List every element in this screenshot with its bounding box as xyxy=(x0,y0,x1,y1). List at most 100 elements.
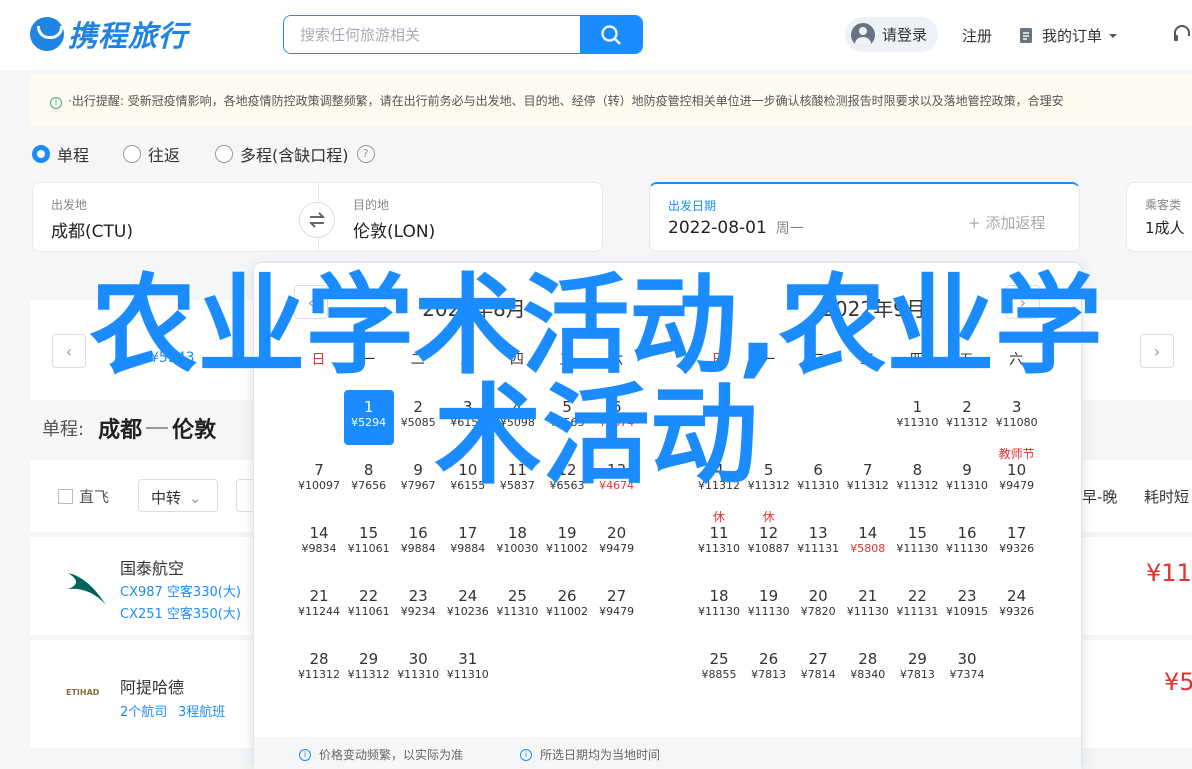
login-button[interactable]: 请登录 xyxy=(845,17,938,52)
calendar-day[interactable]: 15 ¥11130 xyxy=(892,516,942,571)
month-title: 2022年9月 xyxy=(822,297,926,321)
calendar-day[interactable]: 28 ¥8340 xyxy=(843,642,893,697)
sort-morning-evening[interactable]: 早-晚 xyxy=(1082,486,1117,507)
calendar-day[interactable]: 29 ¥7813 xyxy=(892,642,942,697)
strip-prev-button[interactable]: ‹ xyxy=(52,334,86,368)
calendar-day[interactable]: 休 11 ¥11310 xyxy=(694,510,744,571)
my-orders-menu[interactable]: 我的订单 xyxy=(1019,25,1118,46)
help-icon[interactable]: ? xyxy=(356,145,375,163)
calendar-day[interactable]: 22 ¥11131 xyxy=(892,579,942,634)
calendar-day[interactable]: 6 ¥11310 xyxy=(793,453,843,508)
chevron-down-icon: ⌄ xyxy=(189,489,202,507)
flight-detail[interactable]: CX251 空客350(大) xyxy=(120,603,241,622)
day-number: 30 xyxy=(408,650,428,668)
day-price: ¥8340 xyxy=(850,668,886,681)
calendar-day[interactable]: 6 ¥4674 xyxy=(592,390,642,445)
calendar-day[interactable]: 22 ¥11061 xyxy=(344,579,394,634)
arrival-field[interactable]: 目的地 伦敦(LON) xyxy=(335,183,603,251)
trip-type-multicity[interactable]: 多程(含缺口程) ? xyxy=(215,142,375,166)
calendar-day[interactable]: 26 ¥7813 xyxy=(744,642,794,697)
register-link[interactable]: 注册 xyxy=(962,25,992,46)
search-input[interactable] xyxy=(284,16,580,53)
calendar-day[interactable]: 休 12 ¥10887 xyxy=(744,510,794,571)
departure-field[interactable]: 出发地 成都(CTU) xyxy=(33,183,318,251)
calendar-day[interactable]: 13 ¥4674 xyxy=(592,453,642,508)
calendar-day[interactable]: 21 ¥11244 xyxy=(294,579,344,634)
calendar-day[interactable]: 30 ¥7374 xyxy=(942,642,992,697)
calendar-day[interactable]: 27 ¥9479 xyxy=(592,579,642,634)
calendar-day[interactable]: 1 ¥11310 xyxy=(892,390,942,445)
trip-type-roundtrip[interactable]: 往返 xyxy=(123,142,180,166)
calendar-day[interactable]: 8 ¥11312 xyxy=(892,453,942,508)
calendar-day[interactable]: 24 ¥9326 xyxy=(992,579,1042,634)
passenger-field[interactable]: 乘客类 1成人 xyxy=(1126,182,1192,252)
calendar-day[interactable]: 19 ¥11130 xyxy=(744,579,794,634)
calendar-day[interactable]: 2 ¥5085 xyxy=(393,390,443,445)
flight-detail[interactable]: 3程航班 xyxy=(178,701,225,720)
sort-duration[interactable]: 耗时短 xyxy=(1144,486,1189,507)
calendar-day[interactable]: 12 ¥6563 xyxy=(542,453,592,508)
calendar-day[interactable]: 11 ¥5837 xyxy=(492,453,542,508)
weekday-header: 三 xyxy=(460,352,475,368)
day-price: ¥6563 xyxy=(549,479,585,492)
calendar-day[interactable]: 4 ¥5098 xyxy=(492,390,542,445)
calendar-day[interactable]: 7 ¥11312 xyxy=(843,453,893,508)
calendar-day[interactable]: 26 ¥11002 xyxy=(542,579,592,634)
weekday-header: 六 xyxy=(609,352,624,368)
calendar-day[interactable]: 31 ¥11310 xyxy=(443,642,493,697)
calendar-day[interactable]: 4 ¥11312 xyxy=(694,453,744,508)
calendar-day[interactable]: 23 ¥10915 xyxy=(942,579,992,634)
ctrip-logo[interactable]: 携程旅行 xyxy=(30,14,188,54)
calendar-day[interactable]: 17 ¥9884 xyxy=(443,516,493,571)
calendar-day[interactable]: 2 ¥11312 xyxy=(942,390,992,445)
calendar-day[interactable]: 23 ¥9234 xyxy=(393,579,443,634)
calendar-day[interactable]: 30 ¥11310 xyxy=(393,642,443,697)
direct-filter[interactable]: 直飞 xyxy=(58,486,109,507)
calendar-day[interactable]: 3 ¥11080 xyxy=(992,390,1042,445)
calendar-day[interactable]: 17 ¥9326 xyxy=(992,516,1042,571)
calendar-day[interactable]: 24 ¥10236 xyxy=(443,579,493,634)
calendar-day[interactable]: 教师节 10 ¥9479 xyxy=(992,447,1042,508)
calendar-day[interactable]: 8 ¥7656 xyxy=(344,453,394,508)
transfer-filter[interactable]: 中转 ⌄ xyxy=(138,479,218,512)
calendar-day[interactable]: 14 ¥5808 xyxy=(843,516,893,571)
calendar-day[interactable]: 15 ¥11061 xyxy=(344,516,394,571)
calendar-day[interactable]: 9 ¥7967 xyxy=(393,453,443,508)
calendar-day[interactable]: 18 ¥11130 xyxy=(694,579,744,634)
calendar-day[interactable]: 5 ¥11312 xyxy=(744,453,794,508)
calendar-day[interactable]: 14 ¥9834 xyxy=(294,516,344,571)
day-number: 25 xyxy=(709,650,729,668)
swap-cities-button[interactable] xyxy=(299,202,335,238)
trip-type-oneway[interactable]: 单程 xyxy=(32,142,89,166)
calendar-day[interactable]: 10 ¥6155 xyxy=(443,453,493,508)
calendar-day[interactable]: 25 ¥8855 xyxy=(694,642,744,697)
day-number: 4 xyxy=(714,461,724,479)
calendar-day[interactable]: 25 ¥11310 xyxy=(492,579,542,634)
calendar-day[interactable]: 19 ¥11002 xyxy=(542,516,592,571)
calendar-day[interactable]: 9 ¥11310 xyxy=(942,453,992,508)
calendar-day[interactable]: 21 ¥11130 xyxy=(843,579,893,634)
departure-date-field[interactable]: 出发日期 2022-08-01 周一 + 添加返程 xyxy=(649,182,1080,252)
calendar-day[interactable]: 7 ¥10097 xyxy=(294,453,344,508)
headset-icon[interactable] xyxy=(1172,24,1192,44)
calendar-day[interactable]: 5 ¥8563 xyxy=(542,390,592,445)
calendar-day[interactable]: 20 ¥9479 xyxy=(592,516,642,571)
day-price: ¥5808 xyxy=(850,542,886,555)
strip-next-button[interactable]: › xyxy=(1140,334,1174,368)
calendar-day[interactable]: 20 ¥7820 xyxy=(793,579,843,634)
calendar-day[interactable]: 29 ¥11312 xyxy=(344,642,394,697)
calendar-day[interactable]: 16 ¥9884 xyxy=(393,516,443,571)
add-return-button[interactable]: + 添加返程 xyxy=(968,212,1045,233)
calendar-day[interactable]: 18 ¥10030 xyxy=(492,516,542,571)
calendar-day[interactable]: 16 ¥11130 xyxy=(942,516,992,571)
flight-detail[interactable]: 2个航司 xyxy=(120,701,167,720)
calendar-day[interactable]: 3 ¥6155 xyxy=(443,390,493,445)
calendar-day[interactable]: 13 ¥11131 xyxy=(793,516,843,571)
day-price: ¥11312 xyxy=(747,479,790,492)
search-button[interactable] xyxy=(580,16,642,53)
strip-price[interactable]: ¥5543 xyxy=(150,350,195,366)
flight-detail[interactable]: CX987 空客330(大) xyxy=(120,581,241,600)
calendar-day[interactable]: 1 ¥5294 xyxy=(343,390,394,445)
calendar-day[interactable]: 28 ¥11312 xyxy=(294,642,344,697)
calendar-day[interactable]: 27 ¥7814 xyxy=(793,642,843,697)
